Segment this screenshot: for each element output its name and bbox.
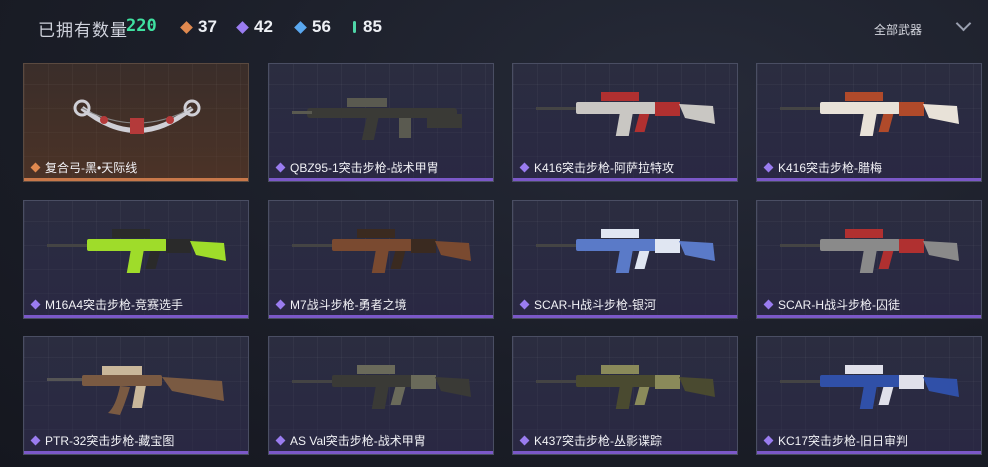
rarity-bar [757,178,981,181]
blue-count-value: 56 [312,17,331,36]
purple-diamond-icon [763,299,774,310]
orange-diamond-icon [30,162,41,173]
rifle-image [536,229,715,273]
purple-count-value: 42 [254,17,273,36]
purple-diamond-icon [275,162,286,173]
purple-diamond-icon [763,162,774,173]
weapon-name-label: PTR-32突击步枪-藏宝图 [30,432,175,449]
rarity-bar [24,315,248,318]
purple-diamond-icon [519,162,530,173]
rarity-bar [757,315,981,318]
weapon-name: K416突击步枪-腊梅 [778,161,883,175]
rifle-image [780,92,959,136]
purple-diamond-icon [275,299,286,310]
weapon-card[interactable]: 复合弓-黑•天际线 [23,63,249,182]
weapon-name: PTR-32突击步枪-藏宝图 [45,434,175,448]
purple-diamond-icon [275,435,286,446]
weapon-name: KC17突击步枪-旧日审判 [778,434,909,448]
weapon-name: K437突击步枪-丛影谍踪 [534,434,663,448]
rifle-image [780,365,959,409]
purple-diamond-icon [236,20,249,34]
purple-diamond-icon [519,299,530,310]
weapon-card[interactable]: AS Val突击步枪-战术甲胄 [268,336,494,455]
rarity-bar [269,178,493,181]
rifle-image [292,98,462,140]
rarity-bar [24,451,248,454]
inventory-header: 已拥有数量 220 37 42 56 85 全部武器 [0,0,988,56]
green-rarity-count: 85 [353,17,382,37]
purple-rarity-count: 42 [236,17,273,37]
weapon-name-label: M16A4突击步枪-竞赛选手 [30,296,184,313]
rarity-bar [513,315,737,318]
weapon-name: K416突击步枪-阿萨拉特攻 [534,161,675,175]
rifle-image [292,229,471,273]
weapon-name-label: 复合弓-黑•天际线 [30,159,138,176]
purple-diamond-icon [30,435,41,446]
compound-bow-image [73,99,201,134]
weapon-name-label: SCAR-H战斗步枪-囚徒 [763,296,900,313]
weapon-card[interactable]: KC17突击步枪-旧日审判 [756,336,982,455]
blue-rarity-count: 56 [294,17,331,37]
rifle-image [47,366,224,415]
blue-diamond-icon [294,20,307,34]
weapon-card[interactable]: K437突击步枪-丛影谍踪 [512,336,738,455]
weapon-name: SCAR-H战斗步枪-囚徒 [778,298,900,312]
rifle-image [292,365,471,409]
chevron-down-icon[interactable] [955,15,972,32]
weapon-name-label: M7战斗步枪-勇者之境 [275,296,407,313]
weapon-card[interactable]: M7战斗步枪-勇者之境 [268,200,494,319]
weapon-name-label: KC17突击步枪-旧日审判 [763,432,909,449]
weapon-card[interactable]: M16A4突击步枪-竞赛选手 [23,200,249,319]
rarity-bar [757,451,981,454]
orange-rarity-count: 37 [180,17,217,37]
weapon-name-label: AS Val突击步枪-战术甲胄 [275,432,426,449]
weapon-name: M7战斗步枪-勇者之境 [290,298,407,312]
weapon-name: AS Val突击步枪-战术甲胄 [290,434,426,448]
weapon-card[interactable]: K416突击步枪-阿萨拉特攻 [512,63,738,182]
green-diamond-icon [353,21,356,33]
rifle-image [536,365,715,409]
weapon-name-label: K437突击步枪-丛影谍踪 [519,432,663,449]
weapon-filter-dropdown[interactable]: 全部武器 [874,21,922,38]
owned-count-label: 已拥有数量 [38,21,128,40]
owned-count-value: 220 [126,16,157,36]
weapon-card[interactable]: PTR-32突击步枪-藏宝图 [23,336,249,455]
weapon-name-label: K416突击步枪-阿萨拉特攻 [519,159,675,176]
purple-diamond-icon [30,299,41,310]
rarity-bar [24,178,248,181]
orange-count-value: 37 [198,17,217,36]
weapon-name-label: QBZ95-1突击步枪-战术甲胄 [275,159,439,176]
weapon-card[interactable]: QBZ95-1突击步枪-战术甲胄 [268,63,494,182]
weapon-name: 复合弓-黑•天际线 [45,161,138,175]
weapon-name-label: SCAR-H战斗步枪-银河 [519,296,656,313]
rarity-bar [513,178,737,181]
weapon-name: SCAR-H战斗步枪-银河 [534,298,656,312]
weapon-card[interactable]: K416突击步枪-腊梅 [756,63,982,182]
weapon-name: QBZ95-1突击步枪-战术甲胄 [290,161,439,175]
green-count-value: 85 [363,17,382,36]
purple-diamond-icon [519,435,530,446]
orange-diamond-icon [180,20,193,34]
weapon-card[interactable]: SCAR-H战斗步枪-银河 [512,200,738,319]
rarity-bar [269,451,493,454]
rifle-image [47,229,226,273]
rarity-bar [269,315,493,318]
rifle-image [536,92,715,136]
purple-diamond-icon [763,435,774,446]
rarity-bar [513,451,737,454]
weapon-name-label: K416突击步枪-腊梅 [763,159,883,176]
weapon-name: M16A4突击步枪-竞赛选手 [45,298,184,312]
rifle-image [780,229,959,273]
weapon-card[interactable]: SCAR-H战斗步枪-囚徒 [756,200,982,319]
